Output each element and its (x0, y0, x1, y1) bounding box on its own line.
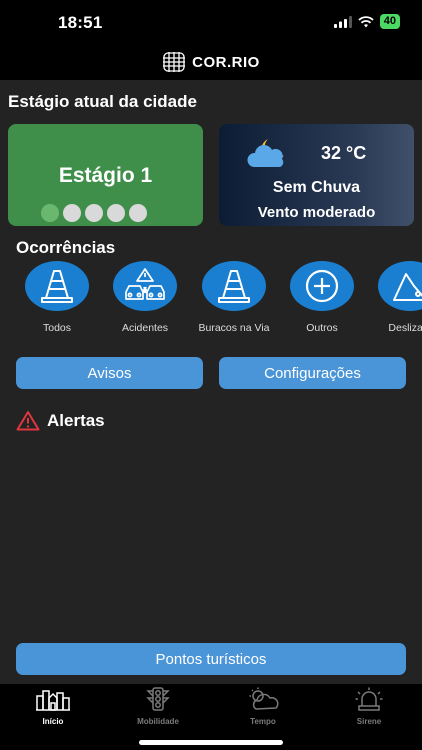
moon-cloud-icon (247, 139, 284, 167)
occurrences-heading: Ocorrências (16, 238, 116, 257)
occurrence-label: Outros (306, 322, 338, 334)
stage-level-dot (41, 204, 59, 222)
alerts-heading: Alertas (47, 410, 105, 430)
city-home-icon (36, 690, 70, 711)
stage-level-indicator (41, 204, 147, 222)
tab-tempo[interactable]: Tempo (223, 687, 303, 726)
sun-cloud-icon (249, 687, 279, 710)
cellular-signal-icon (333, 15, 352, 28)
wifi-icon (358, 15, 374, 27)
occurrence-item-buracos[interactable]: Buracos na Via (189, 261, 279, 334)
tourist-spots-button[interactable]: Pontos turísticos (16, 643, 406, 675)
weather-condition: Sem Chuva (272, 179, 361, 196)
tab-sirene[interactable]: Sirene (329, 687, 409, 726)
traffic-cone-icon (41, 270, 73, 303)
occurrences-list[interactable]: Todos Acidentes Buracos na Via Outros De… (0, 261, 422, 341)
main-content: Estágio atual da cidade Estágio 1 32 °C … (0, 80, 422, 684)
occurrence-item-deslizamentos[interactable]: Deslizam (365, 261, 422, 334)
status-icons: 40 (333, 14, 400, 29)
occurrence-item-acidentes[interactable]: Acidentes (100, 261, 190, 334)
warning-icon (16, 411, 40, 431)
tab-label: Sirene (356, 717, 382, 726)
status-bar: 18:51 40 (0, 0, 422, 44)
alerts-header: Alertas (16, 410, 105, 431)
battery-indicator: 40 (379, 14, 400, 29)
occurrence-circle[interactable] (378, 261, 422, 311)
configuracoes-button[interactable]: Configurações (219, 357, 406, 389)
weather-temperature: 32 °C (321, 143, 367, 163)
app-header: COR.RIO (0, 44, 422, 80)
stage-level-dot (63, 204, 81, 222)
tab-label: Início (42, 717, 64, 726)
app-logo-text: COR.RIO (192, 53, 260, 71)
stage-label: Estágio 1 (58, 164, 153, 187)
home-indicator[interactable] (139, 740, 283, 745)
stage-level-dot (107, 204, 125, 222)
traffic-cone-icon (218, 270, 250, 303)
plus-icon (305, 269, 339, 303)
tab-label: Mobilidade (137, 717, 179, 726)
tab-label: Tempo (250, 717, 276, 726)
weather-wind: Vento moderado (257, 204, 376, 221)
landslide-icon (393, 273, 422, 301)
occurrence-circle[interactable] (25, 261, 89, 311)
siren-icon (355, 687, 383, 711)
weather-card[interactable]: 32 °C Sem Chuva Vento moderado (219, 124, 414, 226)
cor-rio-logo-icon (163, 52, 186, 72)
stage-level-dot (85, 204, 103, 222)
occurrence-label: Acidentes (121, 322, 169, 334)
car-accident-icon (125, 268, 165, 300)
tab-inicio[interactable]: Início (13, 687, 93, 726)
occurrence-circle[interactable] (113, 261, 177, 311)
occurrence-circle[interactable] (202, 261, 266, 311)
occurrence-circle[interactable] (290, 261, 354, 311)
occurrence-label: Todos (42, 322, 72, 334)
tab-mobilidade[interactable]: Mobilidade (118, 687, 198, 726)
occurrence-item-outros[interactable]: Outros (277, 261, 367, 334)
occurrence-item-todos[interactable]: Todos (12, 261, 102, 334)
traffic-light-icon (146, 687, 170, 711)
status-time: 18:51 (58, 13, 103, 32)
avisos-button[interactable]: Avisos (16, 357, 203, 389)
city-stage-heading: Estágio atual da cidade (8, 92, 197, 111)
occurrence-label: Deslizam (388, 322, 422, 334)
occurrence-label: Buracos na Via (198, 322, 270, 334)
stage-level-dot (129, 204, 147, 222)
